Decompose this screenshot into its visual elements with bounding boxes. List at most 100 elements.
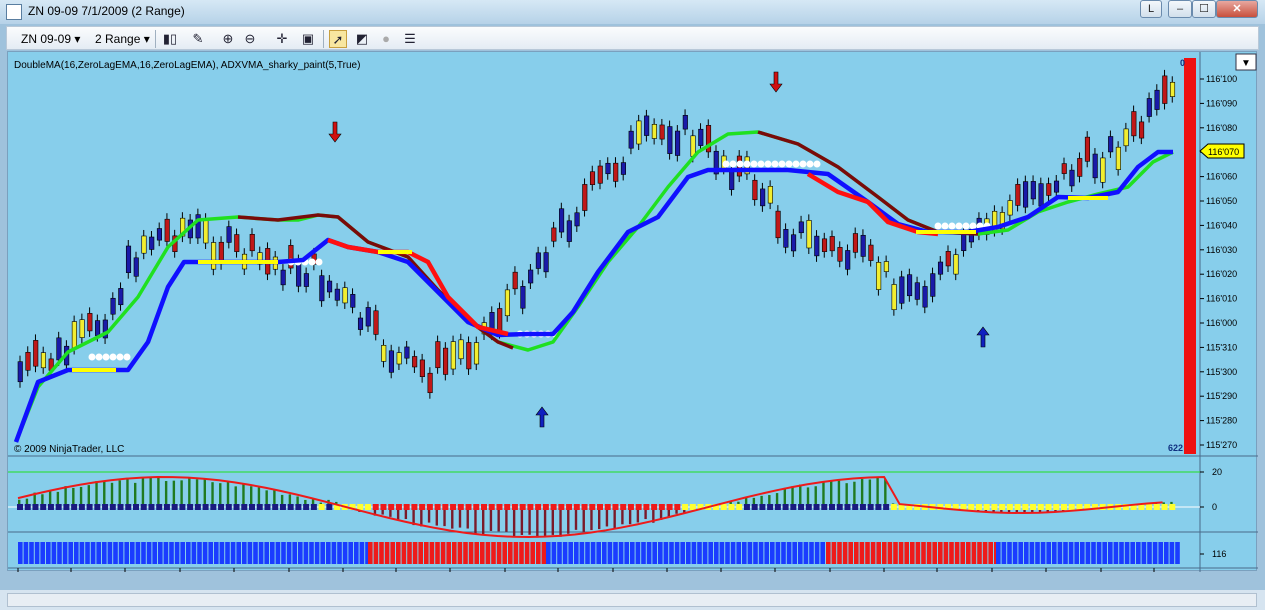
crosshair-icon[interactable]: ✛ xyxy=(273,30,291,48)
price-chart[interactable]: 116'100 116'090 116'080 116'070 116'060 116'0… xyxy=(7,52,1258,585)
strategy-icon[interactable]: ➚ xyxy=(329,30,347,48)
osc-hist-bar xyxy=(64,486,67,507)
zoom-out-icon[interactable]: ⊖ xyxy=(241,30,259,48)
candle-body xyxy=(582,184,588,211)
candle-body xyxy=(388,350,395,373)
period-selector[interactable]: 2 Range ▾ xyxy=(95,30,150,48)
y-tick-label: 115'270 xyxy=(1206,440,1237,450)
candle-body xyxy=(520,286,526,309)
trend-bar xyxy=(536,542,541,564)
minimize-button[interactable]: – xyxy=(1168,0,1192,18)
trend-bar xyxy=(292,542,297,564)
trend-bar xyxy=(186,542,191,564)
trend-bar xyxy=(674,542,680,564)
ma-darkred-line xyxy=(757,130,979,236)
trend-bar xyxy=(354,542,359,564)
toolbar-divider xyxy=(155,30,156,48)
copyright-text: © 2009 NinjaTrader, LLC xyxy=(14,444,124,455)
trend-bar xyxy=(887,542,893,564)
trend-bar xyxy=(1024,542,1029,564)
osc-dot xyxy=(504,504,511,510)
trend-bar xyxy=(541,542,547,564)
trend-bar xyxy=(848,542,853,564)
osc-hist-bar xyxy=(118,480,121,507)
link-button[interactable]: L xyxy=(1140,0,1162,18)
candle-body xyxy=(783,229,789,248)
y-tick-label: 116'080 xyxy=(1206,123,1237,133)
candle-body xyxy=(852,233,859,253)
candle-body xyxy=(234,234,240,252)
osc-hist-bar xyxy=(219,483,222,507)
close-button[interactable]: ✕ xyxy=(1216,0,1258,18)
candle-body xyxy=(767,186,773,204)
osc-dot xyxy=(395,504,402,510)
trend-bar xyxy=(758,542,764,564)
osc-dot xyxy=(71,504,78,510)
horizontal-scrollbar[interactable] xyxy=(7,593,1257,607)
candle-body xyxy=(1169,81,1176,97)
trend-bar xyxy=(1164,542,1169,564)
trend-bar xyxy=(1091,542,1096,564)
candlestick-icon[interactable]: ▮▯ xyxy=(161,30,179,48)
zoom-in-icon[interactable]: ⊕ xyxy=(219,30,237,48)
trend-bar xyxy=(641,542,646,564)
chart-toolbar: ZN 09-09 ▾ 2 Range ▾ ▮▯ ✎ ⊕ ⊖ ✛ ▣ ➚ ◩ ● … xyxy=(6,26,1259,50)
circle-icon[interactable]: ● xyxy=(377,30,395,48)
trend-bar xyxy=(418,542,423,564)
trend-bar xyxy=(781,542,786,564)
osc-dot xyxy=(1053,504,1060,510)
adxvma-dot xyxy=(934,222,942,230)
trend-bar xyxy=(68,542,73,564)
osc-dot xyxy=(1006,504,1013,510)
osc-dot xyxy=(883,504,890,510)
trend-bar xyxy=(219,542,225,564)
osc-hist-bar xyxy=(103,481,106,507)
instrument-selector[interactable]: ZN 09-09 ▾ xyxy=(21,30,80,48)
trend-bar xyxy=(236,542,241,564)
candle-body xyxy=(636,120,642,145)
osc-dot xyxy=(47,504,54,510)
osc-dot xyxy=(210,504,217,510)
trend-bar xyxy=(62,542,68,564)
osc-dot xyxy=(40,504,47,510)
osc-dot xyxy=(581,504,588,510)
trend-bar xyxy=(258,542,264,564)
trend-bar xyxy=(452,542,457,564)
osc-hist-bar xyxy=(567,507,570,534)
osc-hist-bar xyxy=(234,486,237,507)
trend-bar xyxy=(146,542,152,564)
y-tick-label: 116'050 xyxy=(1206,196,1237,206)
osc-dot xyxy=(102,504,109,510)
window-title: ZN 09-09 7/1/2009 (2 Range) xyxy=(28,4,185,18)
maximize-button[interactable]: ☐ xyxy=(1192,0,1216,18)
candle-body xyxy=(1053,180,1060,193)
osc-dot xyxy=(689,504,696,510)
candle-body xyxy=(589,171,596,185)
trend-bar xyxy=(51,542,57,564)
trend-bar xyxy=(326,542,331,564)
properties-icon[interactable]: ▣ xyxy=(299,30,317,48)
y-tick-label: 115'280 xyxy=(1206,416,1237,426)
osc-hist-bar xyxy=(791,486,794,507)
osc-hist-bar xyxy=(451,507,454,529)
pencil-icon[interactable]: ✎ xyxy=(189,30,207,48)
candle-body xyxy=(443,347,449,375)
osc-hist-bar xyxy=(598,507,601,530)
trend-bar xyxy=(74,542,79,564)
indicators-icon[interactable]: ◩ xyxy=(353,30,371,48)
data-box-icon[interactable]: ☰ xyxy=(401,30,419,48)
osc-dot xyxy=(388,504,395,510)
osc-dot xyxy=(194,504,201,510)
chart-area[interactable]: 116'100 116'090 116'080 116'070 116'060 116'0… xyxy=(7,51,1258,585)
candle-body xyxy=(419,359,425,378)
top-right-value: 0 xyxy=(1180,58,1185,68)
candle-body xyxy=(675,130,681,156)
osc-dot xyxy=(1037,504,1044,510)
candle-body xyxy=(620,162,627,175)
chevron-down-icon[interactable]: ▼ xyxy=(1241,58,1251,69)
candle-body xyxy=(381,345,387,362)
candle-body xyxy=(40,352,47,369)
trend-bar xyxy=(702,542,708,564)
trend-bar xyxy=(1169,542,1175,564)
y-tick-label: 115'300 xyxy=(1206,367,1237,377)
